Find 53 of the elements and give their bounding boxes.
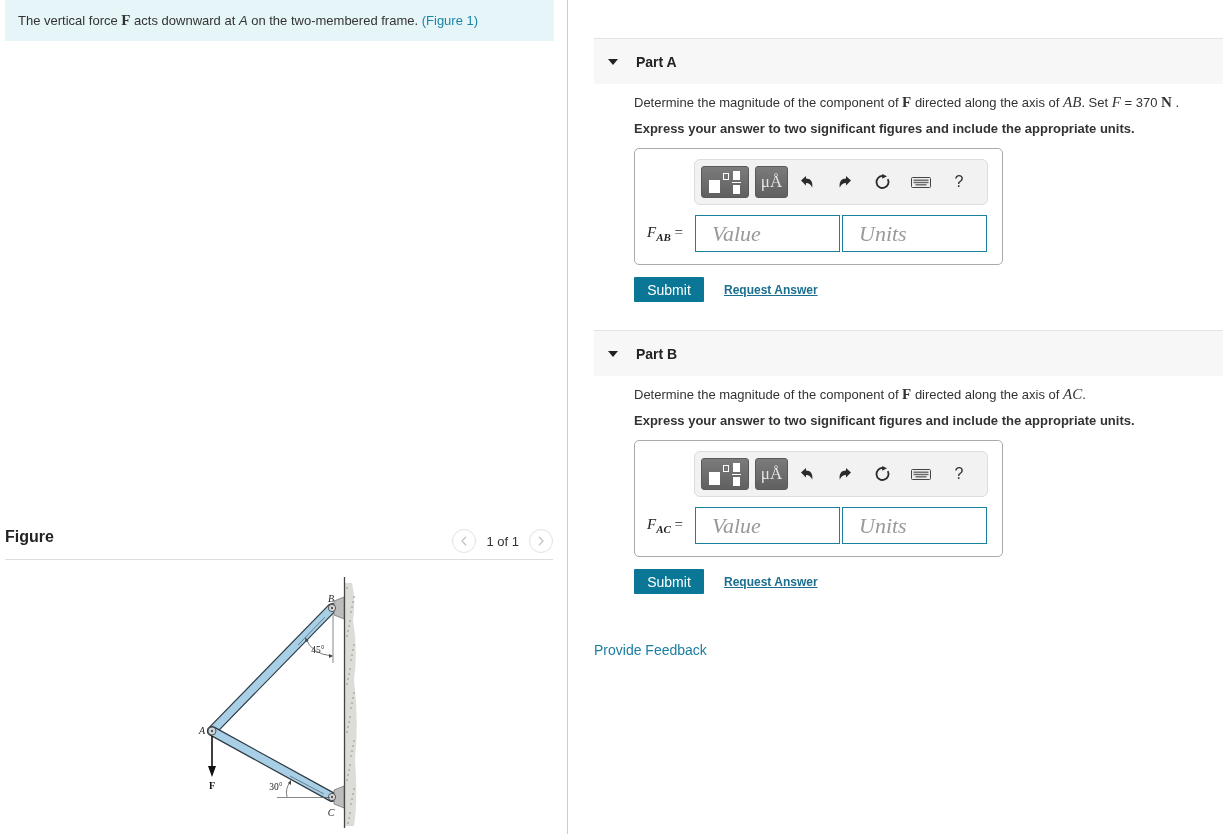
value-field[interactable]: Value bbox=[695, 215, 840, 252]
instruction-text: Express your answer to two significant figures and include the appropriate units. bbox=[634, 412, 1136, 430]
force-arrow bbox=[208, 735, 216, 777]
submit-button[interactable]: Submit bbox=[634, 569, 704, 594]
reset-icon bbox=[875, 174, 891, 190]
template-button[interactable] bbox=[701, 458, 749, 490]
keyboard-icon bbox=[911, 176, 931, 188]
angle-reference-line bbox=[276, 797, 331, 798]
figure-link[interactable]: (Figure 1) bbox=[421, 13, 479, 28]
part-header[interactable]: Part A bbox=[594, 38, 1223, 84]
angle-label: 30° bbox=[269, 782, 283, 792]
units-button[interactable]: μÅ bbox=[755, 166, 788, 198]
pin-support bbox=[328, 596, 345, 620]
help-button[interactable]: ? bbox=[940, 458, 978, 490]
pin-support bbox=[328, 785, 345, 809]
point-label: A bbox=[198, 725, 206, 736]
undo-icon bbox=[800, 175, 814, 189]
angle-reference-line bbox=[332, 614, 334, 664]
undo-icon bbox=[800, 467, 814, 481]
figure-heading: Figure bbox=[5, 528, 54, 546]
question-text: Determine the magnitude of the component of F directed along the axis of AC. bbox=[634, 385, 1087, 404]
units-field[interactable]: Units bbox=[842, 215, 987, 252]
instruction-text: Express your answer to two significant figures and include the appropriate units. bbox=[634, 120, 1136, 138]
request-answer-link[interactable]: Request Answer bbox=[724, 282, 818, 297]
question-text: Determine the magnitude of the component of F directed along the axis of AB. Set F = 370 N . bbox=[634, 93, 1181, 112]
keyboard-icon bbox=[911, 468, 931, 480]
value-field[interactable]: Value bbox=[695, 507, 840, 544]
chevron-right-icon bbox=[538, 536, 544, 546]
reset-icon bbox=[875, 466, 891, 482]
units-button[interactable]: μÅ bbox=[755, 458, 788, 490]
help-button[interactable]: ? bbox=[940, 166, 978, 198]
submit-button[interactable]: Submit bbox=[634, 277, 704, 302]
template-button[interactable] bbox=[701, 166, 749, 198]
point-label: B bbox=[327, 593, 335, 604]
answer-label: F$_{AB}$ = bbox=[647, 224, 685, 243]
problem-statement: The vertical force F acts downward at A on the two-membered frame. (Figure 1) bbox=[18, 12, 479, 29]
force-label: F bbox=[208, 780, 216, 791]
angle-arc bbox=[286, 780, 291, 798]
feedback-link[interactable]: Provide Feedback bbox=[594, 641, 707, 659]
template-icon bbox=[708, 462, 742, 486]
template-icon bbox=[708, 170, 742, 194]
part-header[interactable]: Part B bbox=[594, 330, 1223, 376]
pin-joint bbox=[207, 726, 217, 736]
angle-arc bbox=[305, 637, 333, 658]
redo-icon bbox=[838, 175, 852, 189]
page-indicator: 1 of 1 bbox=[486, 533, 519, 549]
request-answer-link[interactable]: Request Answer bbox=[724, 574, 818, 589]
chevron-left-icon bbox=[461, 536, 468, 546]
units-field[interactable]: Units bbox=[842, 507, 987, 544]
point-label: C bbox=[327, 807, 335, 818]
answer-label: F$_{AC}$ = bbox=[647, 516, 685, 535]
redo-icon bbox=[838, 467, 852, 481]
angle-label: 45° bbox=[311, 645, 325, 655]
